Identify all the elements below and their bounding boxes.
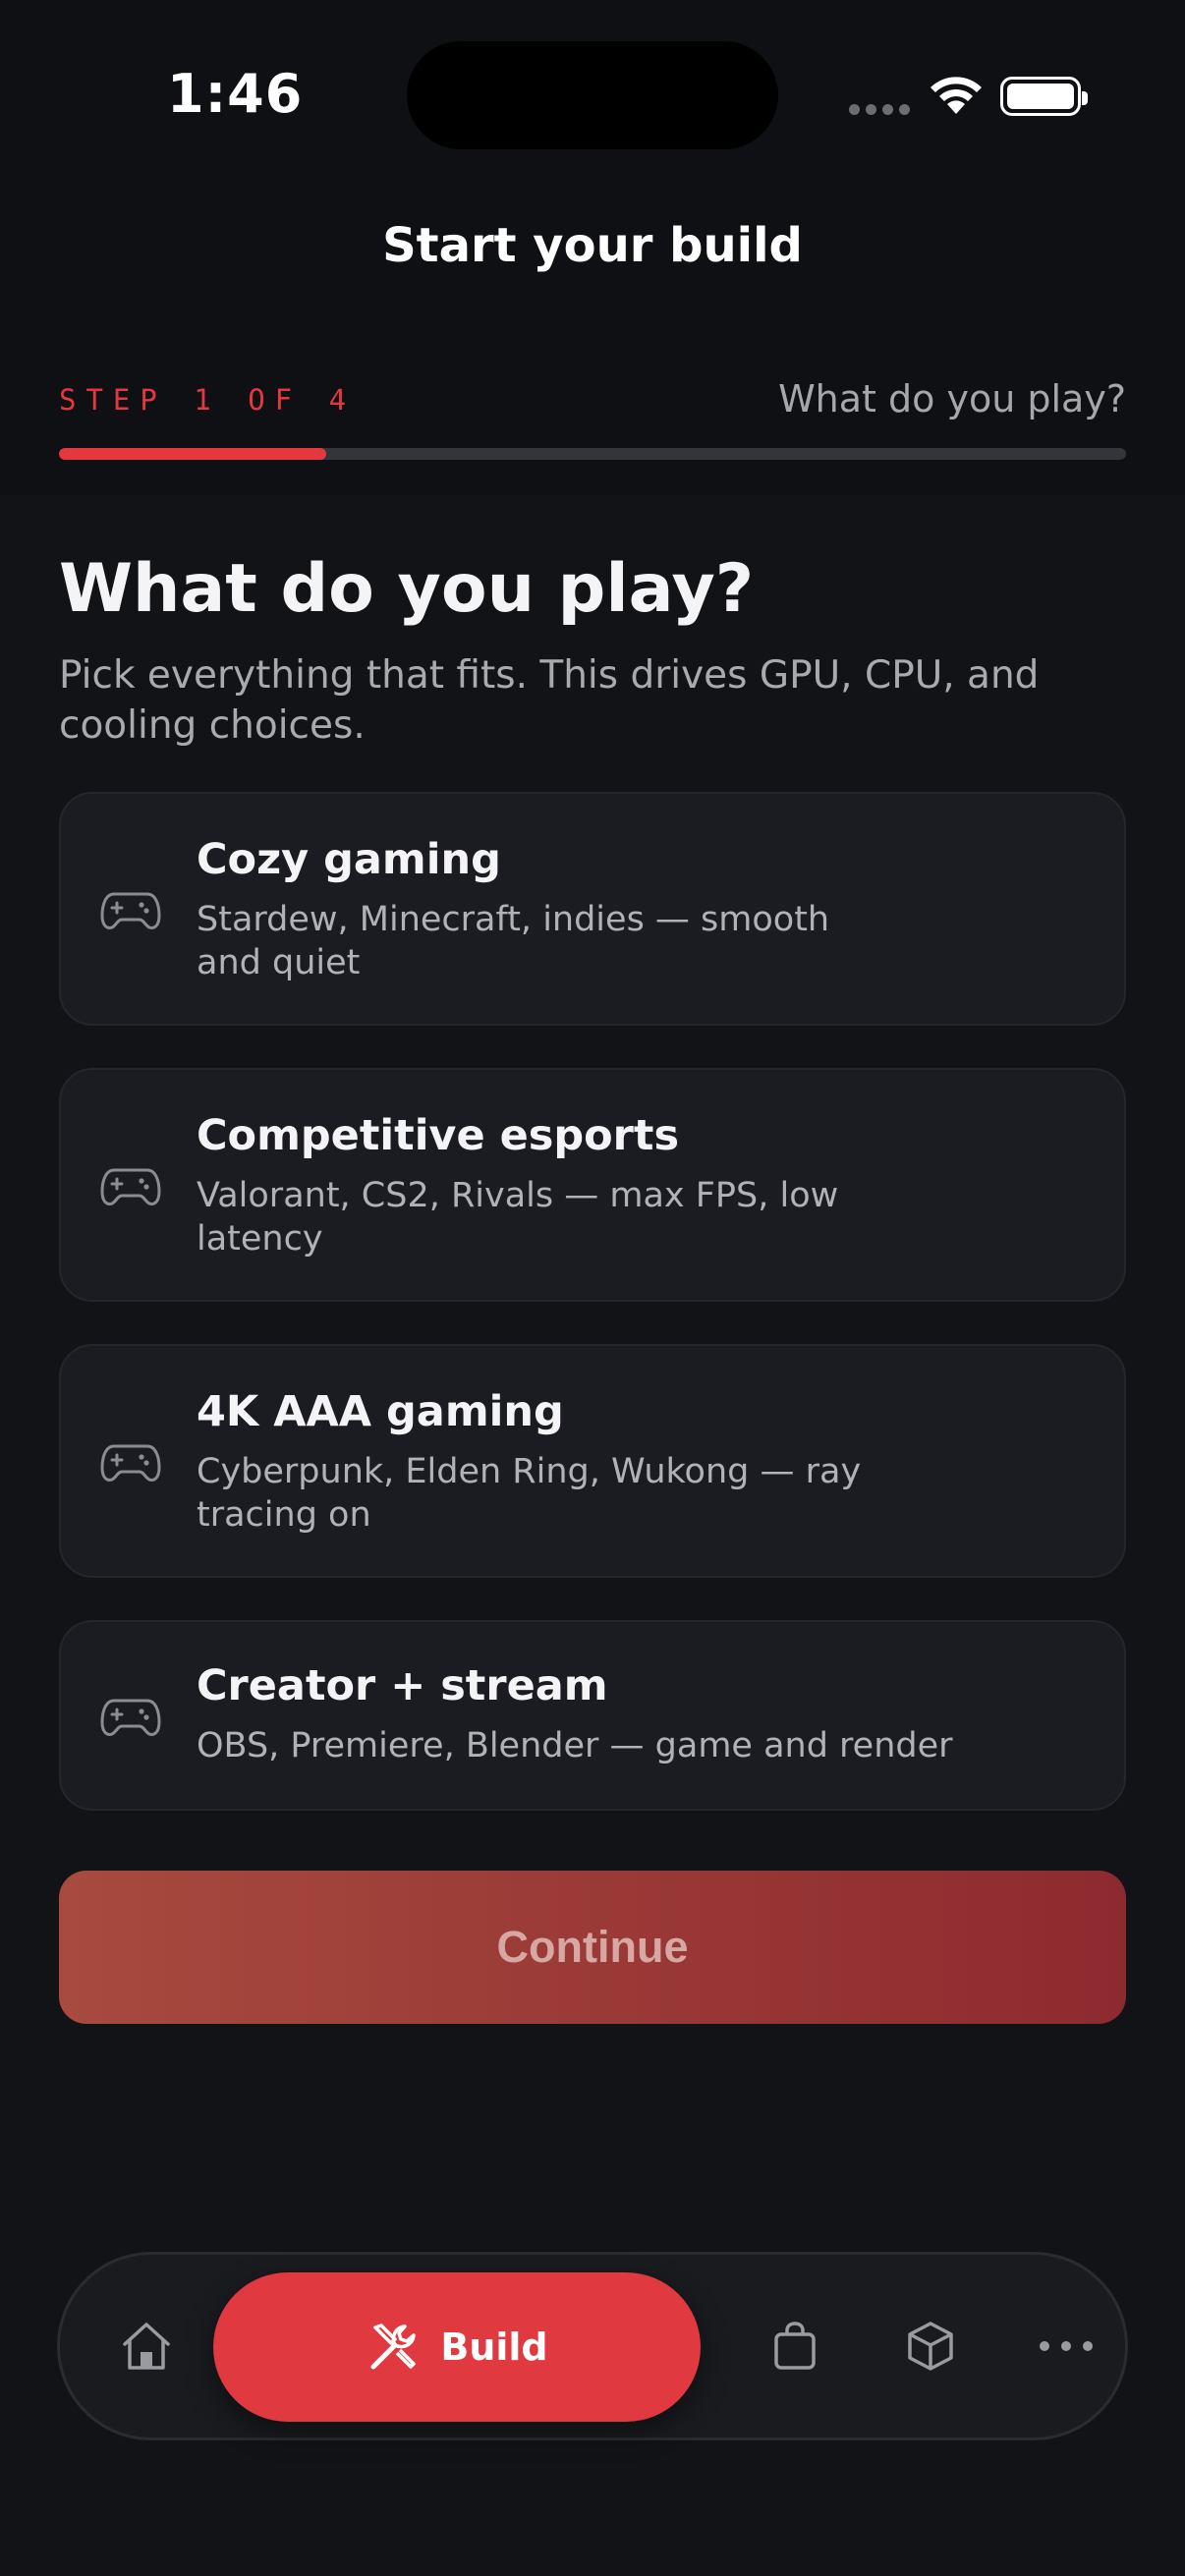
option-card-creator-stream[interactable]: Creator + stream OBS, Premiere, Blender … <box>59 1620 1126 1811</box>
more-icon <box>1040 2341 1093 2351</box>
screen: 1:46 Start your build STEP 1 OF 4 What d… <box>0 0 1185 2576</box>
build-header: Start your build STEP 1 OF 4 What do you… <box>0 157 1185 495</box>
option-description: Valorant, CS2, Rivals — max FPS, low lat… <box>197 1176 839 1259</box>
continue-button[interactable]: Continue <box>59 1871 1126 2024</box>
option-title: Competitive esports <box>197 1111 680 1160</box>
status-time: 1:46 <box>167 63 304 125</box>
tab-more[interactable] <box>1019 2255 1113 2437</box>
gamepad-icon <box>100 1699 161 1736</box>
gamepad-icon <box>100 1444 161 1482</box>
wifi-icon <box>931 77 982 114</box>
box-icon <box>908 2322 953 2371</box>
tab-bar: Build <box>57 2252 1128 2440</box>
page-title: Start your build <box>382 218 803 273</box>
tab-build-label: Build <box>440 2325 548 2369</box>
option-card-competitive-esports[interactable]: Competitive esports Valorant, CS2, Rival… <box>59 1068 1126 1302</box>
option-title: 4K AAA gaming <box>197 1387 564 1436</box>
tab-home[interactable] <box>99 2255 194 2437</box>
progress-bar <box>59 448 1126 460</box>
home-icon <box>123 2323 170 2370</box>
question-heading: What do you play? <box>59 550 755 628</box>
step-question: What do you play? <box>778 377 1126 420</box>
tools-icon <box>370 2324 417 2370</box>
status-bar: 1:46 <box>0 0 1185 157</box>
tab-shop[interactable] <box>748 2255 842 2437</box>
gamepad-icon <box>100 1168 161 1205</box>
question-subheading: Pick everything that fits. This drives G… <box>59 653 1040 748</box>
option-description: Stardew, Minecraft, indies — smooth and … <box>197 900 830 982</box>
progress-fill <box>59 448 326 460</box>
option-title: Creator + stream <box>197 1661 608 1710</box>
option-card-cozy-gaming[interactable]: Cozy gaming Stardew, Minecraft, indies —… <box>59 792 1126 1026</box>
cellular-signal-icon <box>849 104 910 115</box>
option-title: Cozy gaming <box>197 835 501 884</box>
option-description: OBS, Premiere, Blender — game and render <box>197 1726 953 1765</box>
dynamic-island <box>407 41 778 149</box>
shopping-bag-icon <box>774 2322 816 2370</box>
battery-icon <box>1000 77 1088 116</box>
option-description: Cyberpunk, Elden Ring, Wukong — ray trac… <box>197 1452 862 1535</box>
tab-orders[interactable] <box>883 2255 978 2437</box>
option-card-4k-aaa-gaming[interactable]: 4K AAA gaming Cyberpunk, Elden Ring, Wuk… <box>59 1344 1126 1578</box>
step-label: STEP 1 OF 4 <box>59 383 357 417</box>
gamepad-icon <box>100 892 161 929</box>
tab-build[interactable]: Build <box>213 2272 701 2422</box>
